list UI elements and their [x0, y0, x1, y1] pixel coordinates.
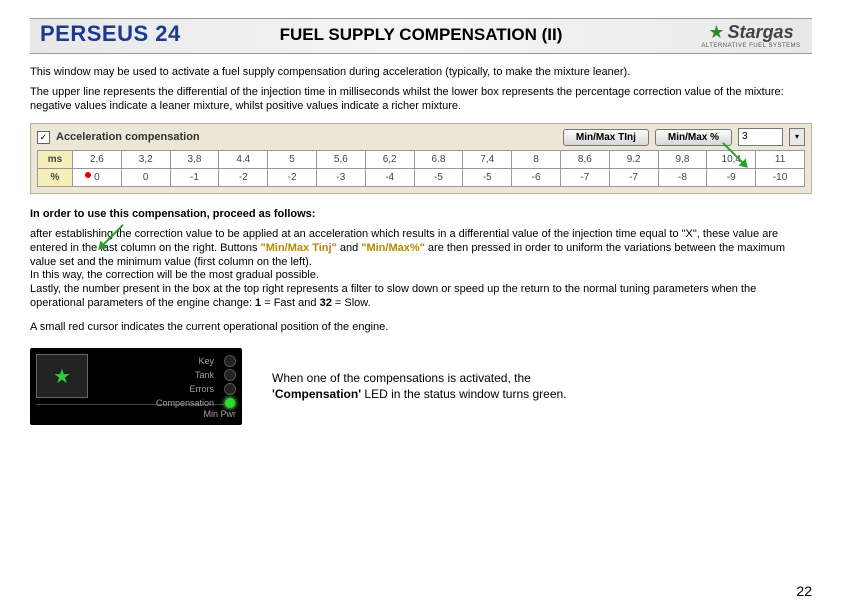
star-icon: ★	[708, 23, 724, 41]
side-note-a: When one of the compensations is activat…	[272, 371, 531, 385]
stargas-logo: ★ Stargas ALTERNATIVE FUEL SYSTEMS	[696, 15, 806, 55]
intro-paragraph-1: This window may be used to activate a fu…	[30, 66, 812, 80]
page-number: 22	[796, 583, 812, 599]
proc-f2: 32	[320, 297, 332, 309]
cell-ms-7[interactable]: 6.8	[414, 151, 463, 169]
side-note-c: LED in the status window turns green.	[364, 387, 566, 401]
led-label-key: Key	[100, 356, 218, 366]
status-panel-icon: ★	[36, 354, 88, 398]
star-icon: ★	[53, 364, 71, 389]
minmax-tinj-button[interactable]: Min/Max TInj	[563, 129, 649, 146]
proc-e: Lastly, the number present in the box at…	[30, 283, 756, 309]
cell-ms-9[interactable]: 8	[512, 151, 561, 169]
procedure-lead: In order to use this compensation, proce…	[30, 208, 812, 222]
cell-pct-14[interactable]: -10	[756, 169, 805, 187]
proc-b: and	[340, 242, 361, 254]
filter-dropdown-icon[interactable]: ▾	[789, 128, 805, 146]
filter-input[interactable]: 3	[738, 128, 783, 146]
row-ms: ms 2,6 3,2 3,8 4.4 5 5,6 6,2 6.8 7,4 8 8…	[38, 151, 805, 169]
page-title: FUEL SUPPLY COMPENSATION (II)	[30, 25, 812, 45]
cell-pct-4[interactable]: -2	[268, 169, 317, 187]
proc-f1t: = Fast and	[264, 297, 319, 309]
proc-f2t: = Slow.	[335, 297, 371, 309]
intro-paragraph-2: The upper line represents the differenti…	[30, 86, 812, 114]
led-compensation	[224, 397, 236, 409]
cell-pct-6[interactable]: -4	[365, 169, 414, 187]
compensation-table-panel: ✓ Acceleration compensation Min/Max TInj…	[30, 123, 812, 194]
cell-ms-5[interactable]: 5,6	[316, 151, 365, 169]
cell-ms-3[interactable]: 4.4	[219, 151, 268, 169]
procedure-body: after establishing the correction value …	[30, 228, 812, 311]
compensation-grid: ms 2,6 3,2 3,8 4.4 5 5,6 6,2 6.8 7,4 8 8…	[37, 150, 805, 187]
cell-pct-13[interactable]: -9	[707, 169, 756, 187]
cell-pct-12[interactable]: -8	[658, 169, 707, 187]
cell-pct-8[interactable]: -5	[463, 169, 512, 187]
acceleration-checkbox[interactable]: ✓	[37, 131, 50, 144]
cell-pct-5[interactable]: -3	[316, 169, 365, 187]
proc-d: In this way, the correction will be the …	[30, 269, 319, 281]
cell-ms-2[interactable]: 3,8	[170, 151, 219, 169]
cell-ms-11[interactable]: 9.2	[609, 151, 658, 169]
cell-pct-0[interactable]: 0	[73, 169, 122, 187]
cell-pct-10[interactable]: -7	[560, 169, 609, 187]
cell-ms-1[interactable]: 3,2	[121, 151, 170, 169]
led-tank	[224, 369, 236, 381]
row-ms-header: ms	[38, 151, 73, 169]
proc-f1: 1	[255, 297, 261, 309]
cell-ms-0[interactable]: 2,6	[73, 151, 122, 169]
logo-text: Stargas	[728, 22, 794, 43]
led-label-compensation: Compensation	[100, 398, 218, 408]
led-key	[224, 355, 236, 367]
cell-ms-4[interactable]: 5	[268, 151, 317, 169]
led-label-tank: Tank	[100, 370, 218, 380]
logo-subtitle: ALTERNATIVE FUEL SYSTEMS	[701, 43, 800, 49]
cell-pct-2[interactable]: -1	[170, 169, 219, 187]
proc-hl2: "Min/Max%"	[361, 242, 425, 254]
cell-ms-8[interactable]: 7,4	[463, 151, 512, 169]
minmax-pct-button[interactable]: Min/Max %	[655, 129, 732, 146]
page-header: PERSEUS 24 FUEL SUPPLY COMPENSATION (II)…	[30, 18, 812, 54]
cell-pct-1[interactable]: 0	[121, 169, 170, 187]
row-pct: % 0 0 -1 -2 -2 -3 -4 -5 -5 -6 -7 -7 -8 -…	[38, 169, 805, 187]
led-label-errors: Errors	[100, 384, 218, 394]
cell-pct-11[interactable]: -7	[609, 169, 658, 187]
acceleration-checkbox-label: Acceleration compensation	[56, 131, 200, 143]
side-note-b: 'Compensation'	[272, 387, 361, 401]
status-panel: ★ Key Tank Errors Compensation Min Pwr	[30, 348, 242, 425]
cursor-note: A small red cursor indicates the current…	[30, 321, 812, 335]
cell-ms-6[interactable]: 6,2	[365, 151, 414, 169]
cell-pct-3[interactable]: -2	[219, 169, 268, 187]
cell-ms-10[interactable]: 8,6	[560, 151, 609, 169]
cell-ms-12[interactable]: 9,8	[658, 151, 707, 169]
proc-hl1: "Min/Max Tinj"	[261, 242, 337, 254]
row-pct-header: %	[38, 169, 73, 187]
cell-ms-14[interactable]: 11	[756, 151, 805, 169]
cell-pct-7[interactable]: -5	[414, 169, 463, 187]
side-note: When one of the compensations is activat…	[272, 371, 572, 402]
led-errors	[224, 383, 236, 395]
cell-pct-9[interactable]: -6	[512, 169, 561, 187]
